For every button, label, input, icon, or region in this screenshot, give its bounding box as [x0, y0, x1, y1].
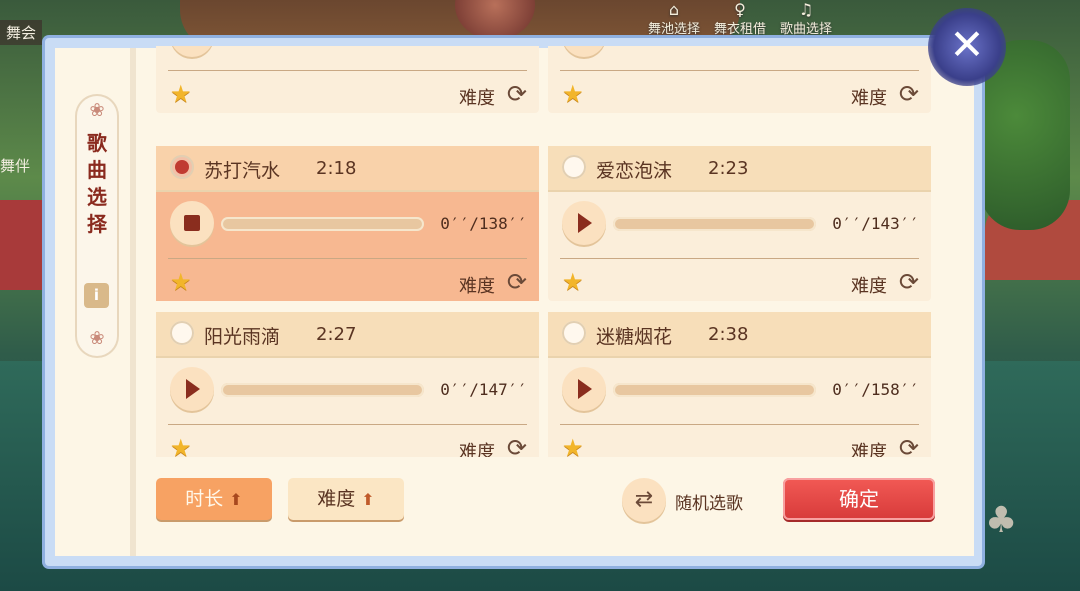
- close-icon: ✕: [949, 20, 985, 69]
- dress-icon: ♀: [734, 0, 746, 19]
- song-name: 苏打汽水: [204, 160, 281, 182]
- song-duration: 2:38: [708, 324, 749, 345]
- song-card[interactable]: 阳光雨滴 2:27 0′′/147′′ ★ 难度 ⟳: [156, 312, 539, 457]
- song-progress-bar[interactable]: [613, 383, 816, 397]
- refresh-difficulty-icon[interactable]: ⟳: [507, 80, 527, 108]
- refresh-difficulty-icon[interactable]: ⟳: [899, 434, 919, 457]
- song-list[interactable]: 0′′/137′′ ★ 难度 ⟳ 0′′/138′′ ★: [156, 46, 935, 457]
- background-label-partner: 舞伴: [0, 157, 31, 175]
- play-icon[interactable]: [562, 46, 606, 57]
- shuffle-icon[interactable]: ⇄: [622, 478, 666, 522]
- top-menu-dress-rental[interactable]: ♀ 舞衣租借: [714, 0, 766, 37]
- star-icon: ★: [562, 434, 584, 457]
- sort-by-difficulty-button[interactable]: 难度 ⬆: [288, 478, 404, 520]
- card-divider: [560, 424, 919, 425]
- play-icon[interactable]: [562, 367, 606, 411]
- building-icon: ⌂: [668, 0, 680, 19]
- card-divider: [560, 258, 919, 259]
- difficulty-label: 难度: [851, 276, 887, 297]
- bottom-bar: 时长 ⬆ 难度 ⬆ ⇄ 随机选歌 确定: [156, 478, 935, 524]
- star-icon: ★: [562, 268, 584, 296]
- card-divider: [560, 70, 919, 71]
- song-card-body: 0′′/147′′ ★ 难度 ⟳: [156, 358, 539, 457]
- background-label-ball: 舞会: [0, 20, 43, 45]
- song-radio[interactable]: [562, 321, 586, 345]
- song-play-time: 0′′/138′′: [440, 214, 527, 233]
- side-decoration: [130, 48, 136, 556]
- song-card[interactable]: 0′′/138′′ ★ 难度 ⟳: [548, 46, 931, 113]
- song-play-time: 0′′/143′′: [832, 214, 919, 233]
- card-divider: [168, 424, 527, 425]
- song-duration: 2:18: [316, 158, 357, 179]
- song-card-header: 迷糖烟花 2:38: [548, 312, 931, 358]
- refresh-difficulty-icon[interactable]: ⟳: [507, 268, 527, 296]
- song-name: 阳光雨滴: [204, 326, 281, 348]
- top-menu-dance-floor[interactable]: ⌂ 舞池选择: [648, 0, 700, 37]
- song-radio[interactable]: [170, 321, 194, 345]
- song-play-time: 0′′/147′′: [440, 380, 527, 399]
- star-icon: ★: [170, 80, 192, 108]
- close-button[interactable]: ✕: [928, 8, 1006, 86]
- top-menu: ⌂ 舞池选择 ♀ 舞衣租借 ♫ 歌曲选择: [648, 0, 832, 37]
- knot-ornament-icon: ❀: [89, 328, 105, 349]
- song-card-header: 苏打汽水 2:18: [156, 146, 539, 192]
- info-icon[interactable]: i: [84, 283, 109, 308]
- play-icon[interactable]: [170, 367, 214, 411]
- song-progress-bar[interactable]: [221, 383, 424, 397]
- arrow-up-icon: ⬆: [361, 490, 375, 509]
- card-divider: [168, 258, 527, 259]
- sort-by-duration-button[interactable]: 时长 ⬆: [156, 478, 272, 520]
- bunny-decoration-icon: ♣: [985, 500, 1018, 541]
- music-note-icon: ♫: [798, 0, 814, 19]
- song-card[interactable]: 迷糖烟花 2:38 0′′/158′′ ★ 难度 ⟳: [548, 312, 931, 457]
- arrow-up-icon: ⬆: [229, 490, 243, 509]
- song-radio[interactable]: [170, 155, 194, 179]
- difficulty-label: 难度: [459, 442, 495, 457]
- refresh-difficulty-icon[interactable]: ⟳: [899, 80, 919, 108]
- song-card-body: 0′′/137′′ ★ 难度 ⟳: [156, 46, 539, 113]
- difficulty-label: 难度: [459, 88, 495, 109]
- stop-icon[interactable]: [170, 201, 214, 245]
- random-song-label[interactable]: 随机选歌: [675, 489, 743, 514]
- play-icon[interactable]: [562, 201, 606, 245]
- song-card-body: 0′′/138′′ ★ 难度 ⟳: [548, 46, 931, 113]
- song-duration: 2:23: [708, 158, 749, 179]
- song-card-body: 0′′/143′′ ★ 难度 ⟳: [548, 192, 931, 301]
- difficulty-label: 难度: [851, 88, 887, 109]
- song-card-body: 0′′/158′′ ★ 难度 ⟳: [548, 358, 931, 457]
- side-tab-title: 歌 曲 选 择: [87, 131, 107, 236]
- confirm-button[interactable]: 确定: [783, 478, 935, 520]
- star-icon: ★: [562, 80, 584, 108]
- song-progress-bar[interactable]: [613, 217, 816, 231]
- background-left-pillar: [0, 200, 48, 290]
- song-select-dialog: ❀ 歌 曲 选 择 i ❀ ★ 难度 ⟳ ★ 难度 ⟳ 苏打汽水 2:18 0′…: [45, 38, 982, 566]
- song-name: 迷糖烟花: [596, 326, 673, 348]
- star-icon: ★: [170, 268, 192, 296]
- song-card-body: 0′′/138′′ ★ 难度 ⟳: [156, 192, 539, 301]
- top-menu-song-select[interactable]: ♫ 歌曲选择: [780, 0, 832, 37]
- star-icon: ★: [170, 434, 192, 457]
- song-duration: 2:27: [316, 324, 357, 345]
- side-tab-song-select[interactable]: ❀ 歌 曲 选 择 i ❀: [75, 94, 119, 358]
- song-progress-bar[interactable]: [221, 217, 424, 231]
- song-radio[interactable]: [562, 155, 586, 179]
- song-play-time: 0′′/158′′: [832, 380, 919, 399]
- refresh-difficulty-icon[interactable]: ⟳: [507, 434, 527, 457]
- song-card[interactable]: 0′′/137′′ ★ 难度 ⟳: [156, 46, 539, 113]
- card-divider: [168, 70, 527, 71]
- refresh-difficulty-icon[interactable]: ⟳: [899, 268, 919, 296]
- difficulty-label: 难度: [459, 276, 495, 297]
- song-card-header: 爱恋泡沫 2:23: [548, 146, 931, 192]
- song-card[interactable]: 苏打汽水 2:18 0′′/138′′ ★ 难度 ⟳: [156, 146, 539, 301]
- difficulty-label: 难度: [851, 442, 887, 457]
- song-card-header: 阳光雨滴 2:27: [156, 312, 539, 358]
- knot-ornament-icon: ❀: [89, 100, 105, 121]
- play-icon[interactable]: [170, 46, 214, 57]
- song-card[interactable]: 爱恋泡沫 2:23 0′′/143′′ ★ 难度 ⟳: [548, 146, 931, 301]
- song-name: 爱恋泡沫: [596, 160, 673, 182]
